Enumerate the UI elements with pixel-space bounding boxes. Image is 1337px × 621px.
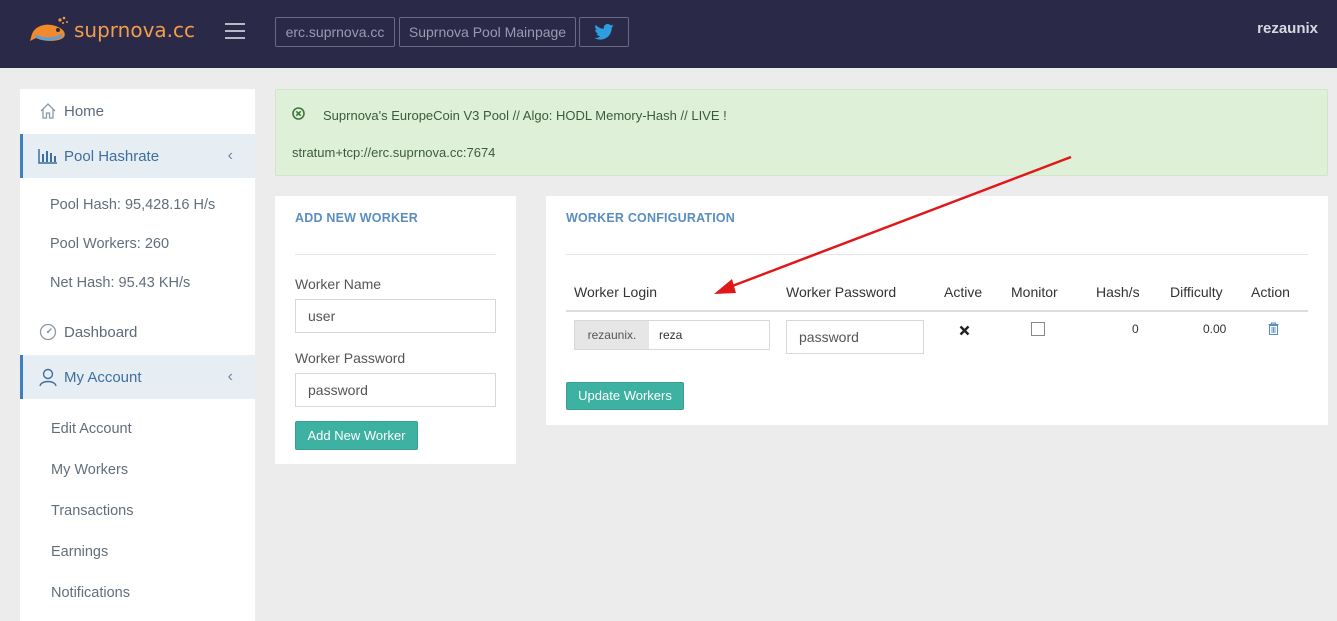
panel-title: ADD NEW WORKER — [295, 211, 418, 225]
worker-hashrate: 0 — [1132, 322, 1139, 336]
column-header-active: Active — [944, 284, 983, 300]
fish-logo-icon — [30, 16, 68, 41]
worker-login-prefix: rezaunix. — [575, 321, 649, 349]
column-header-hashrate: Hash/s — [1096, 284, 1140, 300]
worker-password-input[interactable]: password — [786, 320, 924, 354]
divider — [295, 254, 496, 255]
logo-text: suprnova.cc — [74, 18, 196, 42]
worker-configuration-panel: WORKER CONFIGURATION Worker Login Worker… — [546, 196, 1328, 425]
twitter-icon — [594, 24, 614, 40]
sidebar-item-label: Dashboard — [64, 323, 138, 341]
chevron-left-icon: ‹ — [227, 147, 233, 164]
pool-info-alert: Suprnova's EuropeCoin V3 Pool // Algo: H… — [275, 89, 1328, 176]
worker-login-group: rezaunix. reza — [574, 320, 770, 350]
update-workers-button[interactable]: Update Workers — [566, 382, 684, 410]
home-icon — [38, 101, 58, 121]
add-new-worker-button[interactable]: Add New Worker — [295, 421, 418, 450]
sidebar-item-pool-hashrate[interactable]: Pool Hashrate ‹ — [20, 134, 255, 178]
sidebar-item-home[interactable]: Home — [20, 89, 255, 133]
worker-login-input[interactable]: reza — [649, 321, 769, 349]
sidebar-item-label: Pool Hashrate — [64, 147, 160, 165]
sidebar-item-notifications[interactable]: Notifications — [51, 585, 130, 601]
worker-name-input[interactable]: user — [295, 299, 496, 333]
top-navbar: suprnova.cc erc.suprnova.cc Suprnova Poo… — [0, 0, 1337, 68]
chevron-left-icon: ‹ — [227, 368, 233, 385]
column-header-action: Action — [1251, 284, 1290, 300]
worker-difficulty: 0.00 — [1203, 322, 1227, 336]
sidebar-item-my-account[interactable]: My Account ‹ — [20, 355, 255, 399]
divider — [566, 254, 1308, 255]
bar-chart-icon — [38, 146, 58, 166]
x-mark-icon — [959, 323, 970, 341]
twitter-button[interactable] — [579, 17, 629, 47]
user-icon — [38, 367, 58, 387]
sidebar-item-edit-account[interactable]: Edit Account — [51, 421, 132, 437]
panel-title: WORKER CONFIGURATION — [566, 211, 736, 225]
sidebar-item-label: My Account — [64, 368, 142, 386]
sidebar-item-my-workers[interactable]: My Workers — [51, 462, 128, 478]
worker-password-input[interactable]: password — [295, 373, 496, 407]
user-menu[interactable]: rezaunix — [1257, 20, 1318, 37]
net-hash-stat: Net Hash: 95.43 KH/s — [50, 275, 191, 291]
alert-title: Suprnova's EuropeCoin V3 Pool // Algo: H… — [323, 108, 727, 123]
pool-workers-stat: Pool Workers: 260 — [50, 236, 170, 252]
close-circle-icon[interactable] — [292, 107, 305, 120]
column-header-monitor: Monitor — [1011, 284, 1058, 300]
add-worker-panel: ADD NEW WORKER Worker Name user Worker P… — [275, 196, 516, 464]
sidebar-item-label: Home — [64, 102, 105, 120]
trash-icon[interactable] — [1268, 322, 1279, 340]
hamburger-menu-icon[interactable] — [225, 23, 245, 39]
sidebar-item-earnings[interactable]: Earnings — [51, 544, 108, 560]
table-header-divider — [566, 310, 1308, 312]
sidebar-item-dashboard[interactable]: Dashboard — [20, 310, 255, 354]
erc-pool-button[interactable]: erc.suprnova.cc — [275, 17, 395, 47]
pool-mainpage-button[interactable]: Suprnova Pool Mainpage — [399, 17, 576, 47]
column-header-difficulty: Difficulty — [1170, 284, 1223, 300]
sidebar: Home Pool Hashrate ‹ Pool Hash: 95,428.1… — [20, 89, 255, 621]
stratum-url: stratum+tcp://erc.suprnova.cc:7674 — [292, 145, 496, 160]
column-header-worker-login: Worker Login — [574, 284, 658, 300]
monitor-checkbox[interactable] — [1031, 322, 1045, 336]
worker-name-label: Worker Name — [295, 276, 382, 292]
sidebar-item-transactions[interactable]: Transactions — [51, 503, 133, 519]
pool-hash-stat: Pool Hash: 95,428.16 H/s — [50, 197, 216, 213]
logo[interactable]: suprnova.cc — [30, 12, 195, 48]
dashboard-gauge-icon — [38, 322, 58, 342]
worker-password-label: Worker Password — [295, 350, 406, 366]
column-header-worker-password: Worker Password — [786, 284, 897, 300]
